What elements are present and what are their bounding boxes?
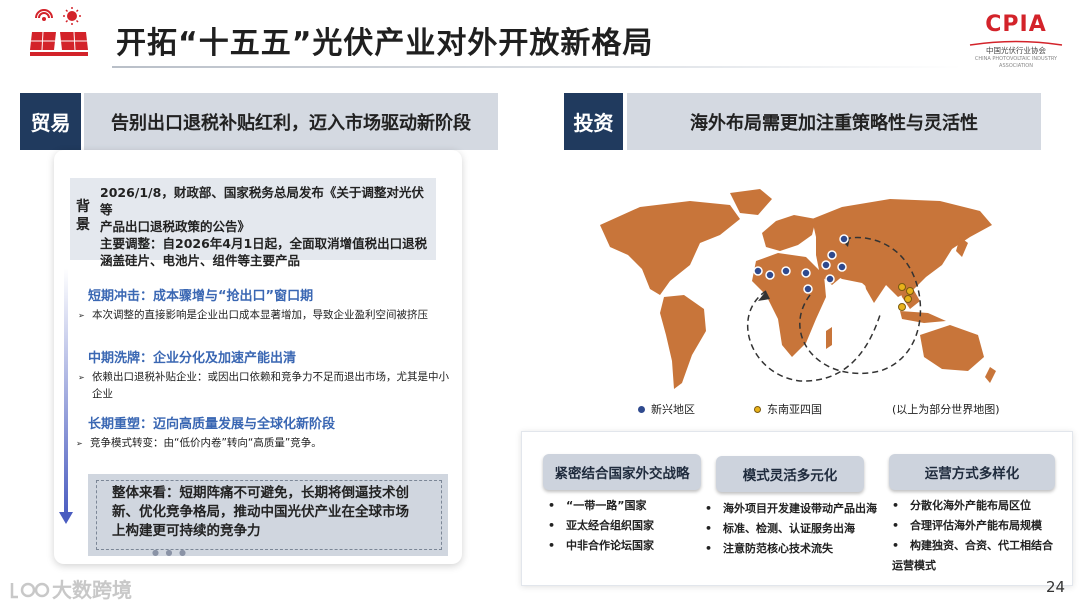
cpia-swoosh-icon bbox=[969, 40, 1063, 46]
watermark-logo-icon bbox=[10, 582, 50, 598]
title-underline bbox=[112, 66, 962, 68]
summary-line: 新、优化竞争格局，推动中国光伏产业在全球市场 bbox=[112, 504, 409, 520]
list-item: • 构建独资、合资、代工相结合 bbox=[892, 539, 1053, 552]
page-number: 24 bbox=[1046, 578, 1066, 596]
list-item: • 合理评估海外产能布局规模 bbox=[892, 519, 1042, 532]
list-item: • 亚太经合组织国家 bbox=[548, 519, 654, 532]
mid-term-title: 中期洗牌：企业分化及加速产能出清 bbox=[88, 351, 297, 366]
summary-text: 整体来看：短期阵痛不可避免，长期将倒逼技术创 新、优化竞争格局，推动中国光伏产业… bbox=[112, 484, 434, 541]
timeline-arrow bbox=[64, 268, 68, 518]
arrow-bullet-icon: ➢ bbox=[78, 373, 85, 382]
watermark: 大数跨境 bbox=[8, 574, 132, 603]
list-item: • 注意防范核心技术流失 bbox=[705, 542, 833, 555]
cpia-logo-english: CHINA PHOTOVOLTAIC INDUSTRY ASSOCIATION bbox=[974, 56, 1058, 69]
background-line: 主要调整：自2026年4月1日起，全面取消增值税出口退税 bbox=[100, 236, 428, 251]
trade-heading: 告别出口退税补贴红利，迈入市场驱动新阶段 bbox=[84, 93, 498, 150]
list-item-continuation: 运营模式 bbox=[892, 559, 936, 572]
emerging-dot-icon bbox=[638, 405, 645, 413]
legend-sea: 东南亚四国 bbox=[754, 401, 822, 417]
list-item: • 分散化海外产能布局区位 bbox=[892, 499, 1031, 512]
summary-line: 整体来看：短期阵痛不可避免，长期将倒逼技术创 bbox=[112, 485, 409, 501]
flexible-mode-title: 模式灵活多元化 bbox=[716, 456, 864, 492]
list-item: • 标准、检测、认证服务出海 bbox=[705, 522, 855, 535]
timeline-arrow-head-icon bbox=[59, 512, 73, 524]
long-term-title: 长期重塑：迈向高质量发展与全球化新阶段 bbox=[88, 417, 336, 432]
list-item: • “一带一路”国家 bbox=[548, 499, 647, 512]
short-term-point: ➢ 本次调整的直接影响是企业出口成本显著增加，导致企业盈利空间被挤压 bbox=[78, 307, 458, 324]
investment-tag: 投资 bbox=[564, 93, 623, 150]
operation-title: 运营方式多样化 bbox=[889, 454, 1055, 490]
world-map bbox=[580, 185, 1000, 395]
long-term-point: ➢ 竞争模式转变：由“低价内卷”转向“高质量”竞争。 bbox=[76, 435, 456, 452]
arrow-bullet-icon: ➢ bbox=[78, 311, 85, 320]
background-line: 涵盖硅片、电池片、组件等主要产品 bbox=[100, 253, 301, 268]
pagination-dots: ● ● ● bbox=[152, 548, 189, 557]
legend-emerging: 新兴地区 bbox=[638, 401, 695, 417]
list-item: • 中非合作论坛国家 bbox=[548, 539, 654, 552]
map-note: (以上为部分世界地图) bbox=[892, 403, 1000, 416]
arrow-bullet-icon: ➢ bbox=[76, 439, 83, 448]
mid-term-point: ➢ 依赖出口退税补贴企业：或因出口依赖和竞争力不足而退出市场，尤其是中小 企业 bbox=[78, 371, 449, 400]
background-label: 背景 bbox=[76, 199, 90, 233]
trade-tag: 贸易 bbox=[20, 93, 81, 150]
list-item: • 海外项目开发建设带动产品出海 bbox=[705, 502, 877, 515]
cpia-logo-text: CPIA bbox=[985, 12, 1047, 37]
summary-line: 上构建更可持续的竞争力 bbox=[112, 523, 261, 539]
background-line: 2026/1/8，财政部、国家税务总局发布《关于调整对光伏等 bbox=[100, 185, 424, 217]
cpia-logo-subtitle: 中国光伏行业协会 bbox=[986, 46, 1046, 55]
background-text: 2026/1/8，财政部、国家税务总局发布《关于调整对光伏等 产品出口退税政策的… bbox=[100, 184, 436, 269]
investment-heading: 海外布局需更加注重策略性与灵活性 bbox=[627, 93, 1041, 150]
cpia-logo: CPIA 中国光伏行业协会 CHINA PHOTOVOLTAIC INDUSTR… bbox=[966, 12, 1066, 69]
diplomacy-title: 紧密结合国家外交战略 bbox=[543, 454, 701, 490]
solar-panel-logo-icon bbox=[28, 6, 90, 62]
page-title: 开拓“十五五”光伏产业对外开放新格局 bbox=[116, 26, 654, 61]
background-line: 产品出口退税政策的公告》 bbox=[100, 219, 251, 234]
sea-dot-icon bbox=[754, 405, 761, 413]
short-term-title: 短期冲击：成本骤增与“抢出口”窗口期 bbox=[88, 289, 314, 304]
